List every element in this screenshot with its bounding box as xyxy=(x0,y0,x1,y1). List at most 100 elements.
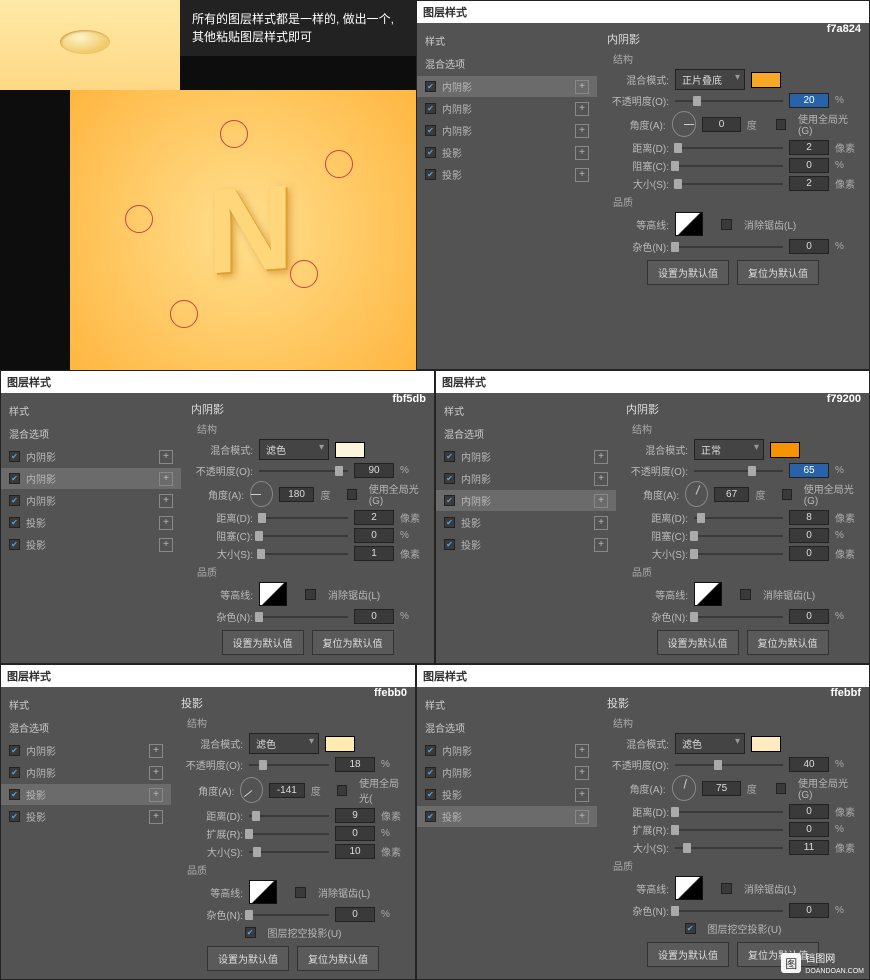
angle-input[interactable]: 180 xyxy=(279,487,315,502)
color-swatch[interactable] xyxy=(770,442,800,458)
knockout-checkbox[interactable] xyxy=(685,923,696,934)
add-effect-icon[interactable]: + xyxy=(575,766,589,780)
color-swatch[interactable] xyxy=(325,736,355,752)
effect-item-2[interactable]: 内阴影 + xyxy=(1,490,181,511)
global-light-checkbox[interactable] xyxy=(347,489,357,500)
choke-slider[interactable] xyxy=(259,535,348,537)
global-light-checkbox[interactable] xyxy=(782,489,792,500)
blend-mode-select[interactable]: 滤色 xyxy=(675,733,745,754)
angle-input[interactable]: 67 xyxy=(714,487,750,502)
effect-checkbox[interactable] xyxy=(444,473,455,484)
size-slider[interactable] xyxy=(675,183,783,185)
global-light-checkbox[interactable] xyxy=(776,119,787,130)
antialias-checkbox[interactable] xyxy=(295,887,306,898)
reset-default-button[interactable]: 复位为默认值 xyxy=(747,630,829,655)
add-effect-icon[interactable]: + xyxy=(159,516,173,530)
add-effect-icon[interactable]: + xyxy=(159,450,173,464)
effect-checkbox[interactable] xyxy=(9,517,20,528)
contour-picker[interactable] xyxy=(675,876,703,900)
spread-input[interactable]: 0 xyxy=(335,826,375,841)
spread-input[interactable]: 0 xyxy=(789,822,829,837)
color-swatch[interactable] xyxy=(751,72,781,88)
blend-options[interactable]: 混合选项 xyxy=(436,422,616,445)
opacity-input[interactable]: 90 xyxy=(354,463,394,478)
opacity-slider[interactable] xyxy=(249,764,329,766)
distance-input[interactable]: 8 xyxy=(789,510,829,525)
effect-checkbox[interactable] xyxy=(425,81,436,92)
antialias-checkbox[interactable] xyxy=(721,219,732,230)
reset-default-button[interactable]: 复位为默认值 xyxy=(297,946,379,971)
blend-mode-select[interactable]: 滤色 xyxy=(259,439,329,460)
effect-checkbox[interactable] xyxy=(425,745,436,756)
angle-input[interactable]: 75 xyxy=(702,781,740,796)
antialias-checkbox[interactable] xyxy=(740,589,751,600)
effect-item-1[interactable]: 内阴影 + xyxy=(1,468,181,489)
distance-slider[interactable] xyxy=(259,517,348,519)
effect-checkbox[interactable] xyxy=(425,169,436,180)
effect-item-1[interactable]: 内阴影 + xyxy=(1,762,171,783)
angle-dial[interactable] xyxy=(250,481,273,507)
distance-input[interactable]: 9 xyxy=(335,808,375,823)
angle-dial[interactable] xyxy=(685,481,708,507)
effect-item-0[interactable]: 内阴影 + xyxy=(417,740,597,761)
antialias-checkbox[interactable] xyxy=(305,589,316,600)
effect-item-3[interactable]: 投影 + xyxy=(417,806,597,827)
angle-dial[interactable] xyxy=(672,111,697,137)
effect-checkbox[interactable] xyxy=(444,451,455,462)
effect-item-1[interactable]: 内阴影 + xyxy=(436,468,616,489)
noise-slider[interactable] xyxy=(249,914,329,916)
global-light-checkbox[interactable] xyxy=(776,783,787,794)
effect-checkbox[interactable] xyxy=(9,745,20,756)
blend-options[interactable]: 混合选项 xyxy=(417,52,597,75)
effect-item-4[interactable]: 投影 + xyxy=(1,534,181,555)
effect-checkbox[interactable] xyxy=(9,451,20,462)
effect-item-3[interactable]: 投影 + xyxy=(1,806,171,827)
add-effect-icon[interactable]: + xyxy=(575,810,589,824)
global-light-checkbox[interactable] xyxy=(337,785,347,796)
distance-input[interactable]: 2 xyxy=(789,140,829,155)
size-slider[interactable] xyxy=(675,847,783,849)
effect-checkbox[interactable] xyxy=(9,767,20,778)
distance-slider[interactable] xyxy=(675,147,783,149)
reset-default-button[interactable]: 复位为默认值 xyxy=(312,630,394,655)
noise-input[interactable]: 0 xyxy=(789,903,829,918)
add-effect-icon[interactable]: + xyxy=(575,168,589,182)
blend-mode-select[interactable]: 正常 xyxy=(694,439,764,460)
color-swatch[interactable] xyxy=(335,442,365,458)
reset-default-button[interactable]: 复位为默认值 xyxy=(737,260,819,285)
effect-checkbox[interactable] xyxy=(425,789,436,800)
contour-picker[interactable] xyxy=(249,880,277,904)
effect-checkbox[interactable] xyxy=(444,517,455,528)
size-slider[interactable] xyxy=(259,553,348,555)
knockout-checkbox[interactable] xyxy=(245,927,256,938)
effect-checkbox[interactable] xyxy=(425,811,436,822)
add-effect-icon[interactable]: + xyxy=(575,788,589,802)
opacity-input[interactable]: 65 xyxy=(789,463,829,478)
color-swatch[interactable] xyxy=(751,736,781,752)
effect-item-2[interactable]: 内阴影 + xyxy=(417,120,597,141)
add-effect-icon[interactable]: + xyxy=(575,80,589,94)
effect-item-3[interactable]: 投影 + xyxy=(436,512,616,533)
opacity-input[interactable]: 20 xyxy=(789,93,829,108)
add-effect-icon[interactable]: + xyxy=(594,472,608,486)
noise-input[interactable]: 0 xyxy=(789,609,829,624)
contour-picker[interactable] xyxy=(259,582,287,606)
add-effect-icon[interactable]: + xyxy=(575,146,589,160)
effect-checkbox[interactable] xyxy=(9,539,20,550)
effect-checkbox[interactable] xyxy=(425,767,436,778)
size-input[interactable]: 1 xyxy=(354,546,394,561)
add-effect-icon[interactable]: + xyxy=(149,788,163,802)
distance-slider[interactable] xyxy=(249,815,329,817)
effect-item-3[interactable]: 投影 + xyxy=(417,142,597,163)
effect-item-1[interactable]: 内阴影 + xyxy=(417,98,597,119)
noise-slider[interactable] xyxy=(259,616,348,618)
make-default-button[interactable]: 设置为默认值 xyxy=(647,260,729,285)
angle-input[interactable]: 0 xyxy=(702,117,740,132)
add-effect-icon[interactable]: + xyxy=(575,102,589,116)
noise-input[interactable]: 0 xyxy=(335,907,375,922)
effect-item-2[interactable]: 投影 + xyxy=(417,784,597,805)
effect-checkbox[interactable] xyxy=(425,147,436,158)
antialias-checkbox[interactable] xyxy=(721,883,732,894)
size-slider[interactable] xyxy=(249,851,329,853)
add-effect-icon[interactable]: + xyxy=(575,124,589,138)
